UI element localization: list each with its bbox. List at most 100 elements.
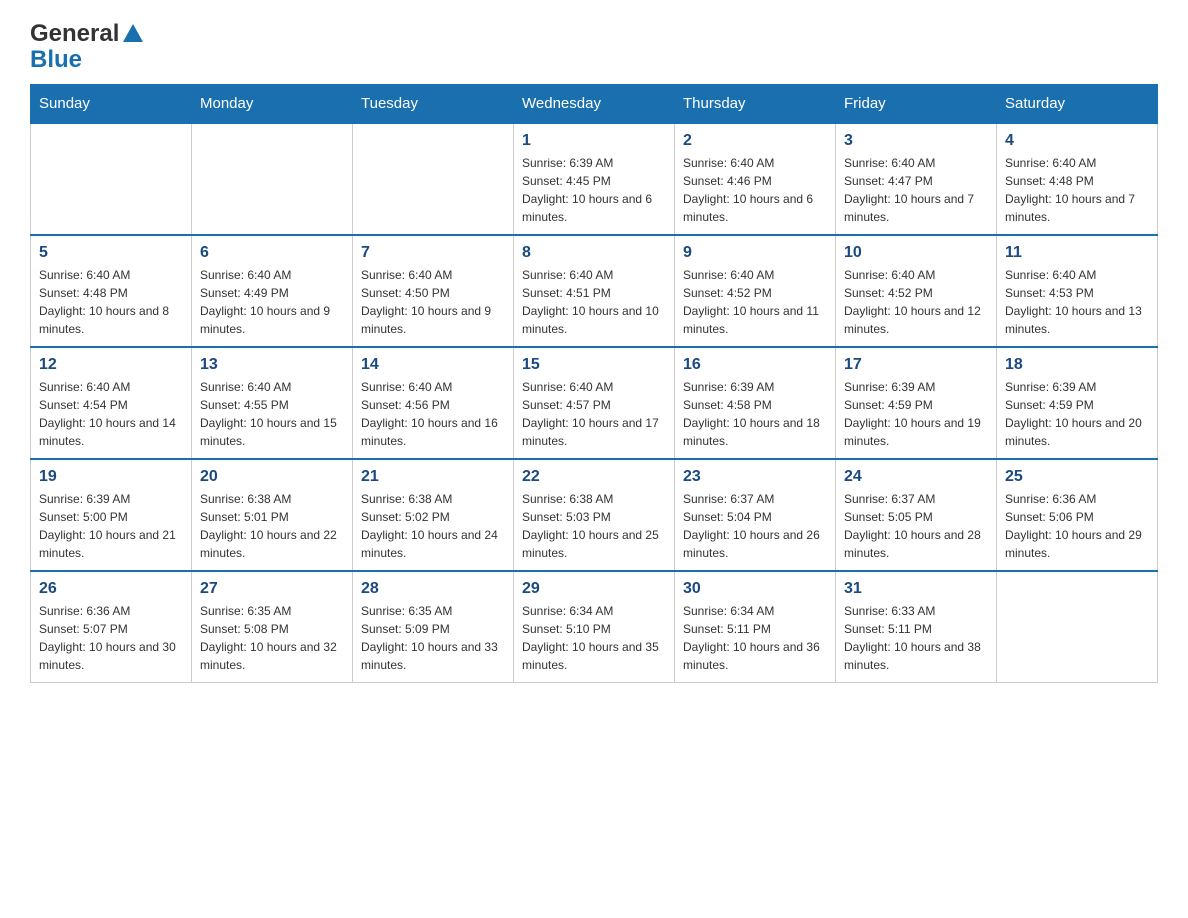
calendar-day-11: 11Sunrise: 6:40 AM Sunset: 4:53 PM Dayli… [997,235,1158,347]
calendar-day-12: 12 Sunrise: 6:40 AM Sunset: 4:54 PM Dayli… [31,347,192,459]
day-number: 7 [361,244,505,262]
calendar-day-15: 15 Sunrise: 6:40 AM Sunset: 4:57 PM Dayli… [514,347,675,459]
day-number: 11 [1005,244,1149,262]
calendar-table: SundayMondayTuesdayWednesdayThursdayFrid… [30,84,1158,683]
day-number: 1 [522,132,666,150]
day-number: 22 [522,468,666,486]
day-number: 4 [1005,132,1149,150]
day-info: Sunrise: 6:40 AM Sunset: 4:56 PM Dayligh… [361,378,505,450]
day-info: Sunrise: 6:38 AM Sunset: 5:03 PM Dayligh… [522,490,666,562]
calendar-day-29: 29Sunrise: 6:34 AM Sunset: 5:10 PM Dayli… [514,571,675,683]
calendar-day-13: 13 Sunrise: 6:40 AM Sunset: 4:55 PM Dayli… [192,347,353,459]
calendar-day-21: 21Sunrise: 6:38 AM Sunset: 5:02 PM Dayli… [353,459,514,571]
day-info: Sunrise: 6:37 AM Sunset: 5:05 PM Dayligh… [844,490,988,562]
day-number: 24 [844,468,988,486]
day-info: Sunrise: 6:39 AM Sunset: 5:00 PM Dayligh… [39,490,183,562]
day-number: 3 [844,132,988,150]
weekday-header-wednesday: Wednesday [514,85,675,124]
day-number: 14 [361,356,505,374]
calendar-day-7: 7 Sunrise: 6:40 AM Sunset: 4:50 PM Daylig… [353,235,514,347]
calendar-day-16: 16 Sunrise: 6:39 AM Sunset: 4:58 PM Dayli… [675,347,836,459]
calendar-day-6: 6Sunrise: 6:40 AM Sunset: 4:49 PM Daylig… [192,235,353,347]
calendar-day-8: 8 Sunrise: 6:40 AM Sunset: 4:51 PM Daylig… [514,235,675,347]
day-info: Sunrise: 6:40 AM Sunset: 4:54 PM Dayligh… [39,378,183,450]
day-number: 9 [683,244,827,262]
day-number: 13 [200,356,344,374]
day-info: Sunrise: 6:40 AM Sunset: 4:49 PM Dayligh… [200,266,344,338]
day-number: 27 [200,580,344,598]
calendar-day-28: 28 Sunrise: 6:35 AM Sunset: 5:09 PM Dayli… [353,571,514,683]
day-info: Sunrise: 6:33 AM Sunset: 5:11 PM Dayligh… [844,602,988,674]
calendar-day-14: 14 Sunrise: 6:40 AM Sunset: 4:56 PM Dayli… [353,347,514,459]
weekday-header-thursday: Thursday [675,85,836,124]
calendar-day-26: 26 Sunrise: 6:36 AM Sunset: 5:07 PM Dayli… [31,571,192,683]
logo-blue-text: Blue [30,46,82,74]
calendar-day-22: 22 Sunrise: 6:38 AM Sunset: 5:03 PM Dayli… [514,459,675,571]
day-number: 2 [683,132,827,150]
calendar-day-18: 18 Sunrise: 6:39 AM Sunset: 4:59 PM Dayli… [997,347,1158,459]
day-info: Sunrise: 6:35 AM Sunset: 5:09 PM Dayligh… [361,602,505,674]
calendar-day-9: 9Sunrise: 6:40 AM Sunset: 4:52 PM Daylig… [675,235,836,347]
calendar-day-30: 30 Sunrise: 6:34 AM Sunset: 5:11 PM Dayli… [675,571,836,683]
calendar-day-5: 5 Sunrise: 6:40 AM Sunset: 4:48 PM Daylig… [31,235,192,347]
calendar-day-19: 19 Sunrise: 6:39 AM Sunset: 5:00 PM Dayli… [31,459,192,571]
calendar-day-10: 10Sunrise: 6:40 AM Sunset: 4:52 PM Dayli… [836,235,997,347]
day-info: Sunrise: 6:34 AM Sunset: 5:11 PM Dayligh… [683,602,827,674]
calendar-week-row: 26 Sunrise: 6:36 AM Sunset: 5:07 PM Dayli… [31,571,1158,683]
weekday-header-saturday: Saturday [997,85,1158,124]
day-number: 30 [683,580,827,598]
weekday-header-sunday: Sunday [31,85,192,124]
logo-general-text: General [30,20,119,48]
page-header: GeneralBlueJanuary 2025Az Zaytuniyah, Pa… [30,20,1158,74]
day-number: 18 [1005,356,1149,374]
day-info: Sunrise: 6:40 AM Sunset: 4:48 PM Dayligh… [1005,154,1149,226]
day-number: 17 [844,356,988,374]
day-info: Sunrise: 6:39 AM Sunset: 4:58 PM Dayligh… [683,378,827,450]
day-info: Sunrise: 6:40 AM Sunset: 4:48 PM Dayligh… [39,266,183,338]
day-info: Sunrise: 6:40 AM Sunset: 4:55 PM Dayligh… [200,378,344,450]
calendar-day-17: 17Sunrise: 6:39 AM Sunset: 4:59 PM Dayli… [836,347,997,459]
logo-triangle-icon [121,22,145,46]
weekday-header-friday: Friday [836,85,997,124]
day-number: 16 [683,356,827,374]
day-info: Sunrise: 6:35 AM Sunset: 5:08 PM Dayligh… [200,602,344,674]
day-number: 12 [39,356,183,374]
calendar-day-20: 20 Sunrise: 6:38 AM Sunset: 5:01 PM Dayli… [192,459,353,571]
day-number: 21 [361,468,505,486]
calendar-empty-cell [353,123,514,235]
calendar-week-row: 1 Sunrise: 6:39 AM Sunset: 4:45 PM Daylig… [31,123,1158,235]
day-info: Sunrise: 6:40 AM Sunset: 4:51 PM Dayligh… [522,266,666,338]
weekday-header-tuesday: Tuesday [353,85,514,124]
day-info: Sunrise: 6:37 AM Sunset: 5:04 PM Dayligh… [683,490,827,562]
day-number: 19 [39,468,183,486]
day-number: 29 [522,580,666,598]
day-info: Sunrise: 6:40 AM Sunset: 4:57 PM Dayligh… [522,378,666,450]
calendar-empty-cell [31,123,192,235]
logo-block: GeneralBlue [30,20,147,74]
day-number: 8 [522,244,666,262]
day-info: Sunrise: 6:39 AM Sunset: 4:59 PM Dayligh… [1005,378,1149,450]
day-number: 20 [200,468,344,486]
day-number: 10 [844,244,988,262]
day-number: 23 [683,468,827,486]
calendar-day-2: 2 Sunrise: 6:40 AM Sunset: 4:46 PM Daylig… [675,123,836,235]
calendar-day-3: 3Sunrise: 6:40 AM Sunset: 4:47 PM Daylig… [836,123,997,235]
calendar-empty-cell [997,571,1158,683]
calendar-day-31: 31 Sunrise: 6:33 AM Sunset: 5:11 PM Dayli… [836,571,997,683]
calendar-week-row: 5 Sunrise: 6:40 AM Sunset: 4:48 PM Daylig… [31,235,1158,347]
day-number: 28 [361,580,505,598]
calendar-day-27: 27 Sunrise: 6:35 AM Sunset: 5:08 PM Dayli… [192,571,353,683]
calendar-day-23: 23 Sunrise: 6:37 AM Sunset: 5:04 PM Dayli… [675,459,836,571]
day-number: 31 [844,580,988,598]
day-info: Sunrise: 6:40 AM Sunset: 4:50 PM Dayligh… [361,266,505,338]
calendar-day-24: 24 Sunrise: 6:37 AM Sunset: 5:05 PM Dayli… [836,459,997,571]
day-info: Sunrise: 6:36 AM Sunset: 5:07 PM Dayligh… [39,602,183,674]
day-number: 26 [39,580,183,598]
calendar-day-1: 1 Sunrise: 6:39 AM Sunset: 4:45 PM Daylig… [514,123,675,235]
day-number: 15 [522,356,666,374]
day-info: Sunrise: 6:40 AM Sunset: 4:46 PM Dayligh… [683,154,827,226]
weekday-header-row: SundayMondayTuesdayWednesdayThursdayFrid… [31,85,1158,124]
day-number: 5 [39,244,183,262]
day-info: Sunrise: 6:39 AM Sunset: 4:45 PM Dayligh… [522,154,666,226]
day-info: Sunrise: 6:38 AM Sunset: 5:01 PM Dayligh… [200,490,344,562]
